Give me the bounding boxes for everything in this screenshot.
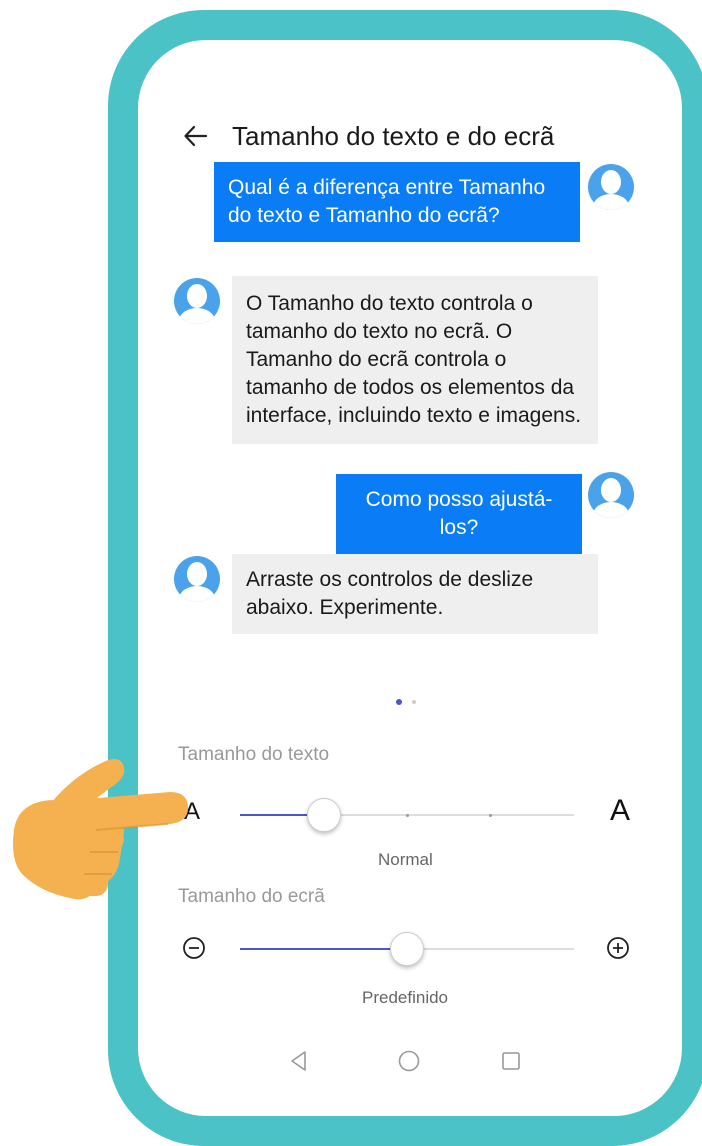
phone-frame: Tamanho do texto e do ecrã Qual é a dife… — [108, 10, 702, 1146]
screen-size-label: Tamanho do ecrã — [178, 886, 325, 907]
pager-dot-active[interactable] — [396, 699, 402, 705]
chat-message-user: Qual é a diferença entre Tamanho do text… — [214, 162, 580, 242]
app-header: Tamanho do texto e do ecrã — [182, 116, 554, 156]
plus-circle-icon[interactable] — [606, 936, 630, 960]
text-size-slider-tick — [405, 813, 409, 817]
text-size-value: Normal — [378, 850, 433, 869]
pager-dot[interactable] — [412, 700, 416, 704]
back-triangle-icon[interactable] — [286, 1048, 312, 1074]
user-avatar — [588, 472, 634, 518]
recents-square-icon[interactable] — [498, 1048, 524, 1074]
user-avatar — [588, 164, 634, 210]
assistant-avatar — [174, 278, 220, 324]
home-circle-icon[interactable] — [396, 1048, 422, 1074]
arrow-left-icon[interactable] — [182, 122, 210, 150]
phone-screen: Tamanho do texto e do ecrã Qual é a dife… — [138, 40, 682, 1116]
assistant-avatar — [174, 556, 220, 602]
page-title: Tamanho do texto e do ecrã — [232, 120, 555, 151]
text-size-large-glyph: A — [610, 794, 631, 827]
text-size-label: Tamanho do texto — [178, 744, 330, 765]
screen-size-value: Predefinido — [362, 988, 449, 1007]
chat-message-assistant: O Tamanho do texto controla o tamanho do… — [232, 276, 598, 444]
text-size-slider-tick — [489, 813, 492, 817]
minus-circle-icon[interactable] — [182, 936, 206, 960]
screen-size-slider-fill — [240, 948, 407, 950]
chat-message-user: Como posso ajustá-los? — [336, 474, 582, 554]
pointing-hand-icon — [13, 759, 188, 900]
screen-size-slider-thumb[interactable] — [390, 932, 424, 966]
text-size-slider-thumb[interactable] — [306, 798, 341, 832]
chat-message-assistant: Arraste os controlos de deslize abaixo. … — [232, 554, 598, 634]
